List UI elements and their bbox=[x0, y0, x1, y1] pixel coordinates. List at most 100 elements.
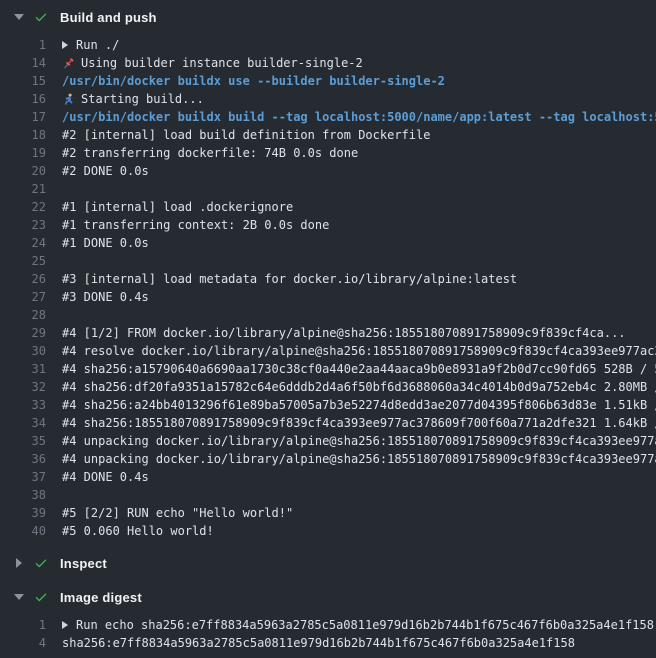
line-number[interactable]: 35 bbox=[0, 432, 46, 450]
line-text: #4 unpacking docker.io/library/alpine@sh… bbox=[62, 432, 656, 450]
line-number[interactable]: 19 bbox=[0, 144, 46, 162]
section-header-image-digest[interactable]: Image digest bbox=[0, 580, 656, 614]
line-text: #3 DONE 0.4s bbox=[62, 288, 149, 306]
line-number[interactable]: 37 bbox=[0, 468, 46, 486]
log-line: 20 #2 DONE 0.0s bbox=[0, 162, 656, 180]
line-body: /usr/bin/docker buildx use --builder bui… bbox=[62, 72, 656, 90]
line-number[interactable]: 26 bbox=[0, 270, 46, 288]
line-text: #4 sha256:df20fa9351a15782c64e6dddb2d4a6… bbox=[62, 378, 656, 396]
log-line: 26 #3 [internal] load metadata for docker… bbox=[0, 270, 656, 288]
line-text: Run echo sha256:e7ff8834a5963a2785c5a081… bbox=[76, 616, 654, 634]
line-number[interactable]: 20 bbox=[0, 162, 46, 180]
log-line: 28 bbox=[0, 306, 656, 324]
log-line: 4 sha256:e7ff8834a5963a2785c5a0811e979d16… bbox=[0, 634, 656, 652]
line-text: #1 DONE 0.0s bbox=[62, 234, 149, 252]
line-text: #4 unpacking docker.io/library/alpine@sh… bbox=[62, 450, 656, 468]
line-body bbox=[62, 306, 656, 324]
line-text: /usr/bin/docker buildx build --tag local… bbox=[62, 108, 656, 126]
log-line: 34#4 sha256:185518070891758909c9f839cf4c… bbox=[0, 414, 656, 432]
line-body: Run echo sha256:e7ff8834a5963a2785c5a081… bbox=[62, 616, 656, 634]
line-body: sha256:e7ff8834a5963a2785c5a0811e979d16b… bbox=[62, 634, 656, 652]
line-number[interactable]: 33 bbox=[0, 396, 46, 414]
section-content-image-digest: 1 Run echo sha256:e7ff8834a5963a2785c5a08… bbox=[0, 614, 656, 658]
log-line: 23 #1 transferring context: 2B 0.0s done bbox=[0, 216, 656, 234]
section-header-inspect[interactable]: Inspect bbox=[0, 546, 656, 580]
line-number[interactable]: 18 bbox=[0, 126, 46, 144]
check-icon bbox=[34, 590, 48, 604]
line-body: #4 unpacking docker.io/library/alpine@sh… bbox=[62, 432, 656, 450]
line-number[interactable]: 25 bbox=[0, 252, 46, 270]
line-text: #5 0.060 Hello world! bbox=[62, 522, 214, 540]
line-text: #2 [internal] load build definition from… bbox=[62, 126, 430, 144]
line-number[interactable]: 16 bbox=[0, 90, 46, 108]
line-body: #3 [internal] load metadata for docker.i… bbox=[62, 270, 656, 288]
line-body: #4 DONE 0.4s bbox=[62, 468, 656, 486]
line-body: #1 transferring context: 2B 0.0s done bbox=[62, 216, 656, 234]
log-section-image-digest: Image digest 1 Run echo sha256:e7ff8834a59… bbox=[0, 580, 656, 658]
line-number[interactable]: 4 bbox=[0, 634, 46, 652]
workflow-log-viewer: Build and push 1 Run ./14Using builder ins… bbox=[0, 0, 656, 658]
line-number[interactable]: 38 bbox=[0, 486, 46, 504]
line-body: #4 sha256:a24bb4013296f61e89ba57005a7b3e… bbox=[62, 396, 656, 414]
line-number[interactable]: 39 bbox=[0, 504, 46, 522]
expand-group-icon[interactable] bbox=[62, 41, 68, 49]
line-number[interactable]: 28 bbox=[0, 306, 46, 324]
line-body: #2 transferring dockerfile: 74B 0.0s don… bbox=[62, 144, 656, 162]
line-text: Starting build... bbox=[81, 90, 204, 108]
pushpin-icon bbox=[62, 57, 75, 70]
log-line: 15/usr/bin/docker buildx use --builder b… bbox=[0, 72, 656, 90]
line-body bbox=[62, 252, 656, 270]
log-section-build-and-push: Build and push 1 Run ./14Using builder ins… bbox=[0, 0, 656, 546]
line-number[interactable]: 24 bbox=[0, 234, 46, 252]
chevron-down-icon[interactable] bbox=[14, 14, 24, 20]
line-number[interactable]: 1 bbox=[0, 616, 46, 634]
line-number[interactable]: 36 bbox=[0, 450, 46, 468]
chevron-down-icon[interactable] bbox=[14, 594, 24, 600]
line-text: #4 sha256:a15790640a6690aa1730c38cf0a440… bbox=[62, 360, 656, 378]
line-text: #4 DONE 0.4s bbox=[62, 468, 149, 486]
log-line: 37 #4 DONE 0.4s bbox=[0, 468, 656, 486]
line-number[interactable]: 17 bbox=[0, 108, 46, 126]
line-body: #4 sha256:a15790640a6690aa1730c38cf0a440… bbox=[62, 360, 656, 378]
expand-group-icon[interactable] bbox=[62, 621, 68, 629]
line-text: sha256:e7ff8834a5963a2785c5a0811e979d16b… bbox=[62, 634, 575, 652]
line-number[interactable]: 31 bbox=[0, 360, 46, 378]
line-number[interactable]: 27 bbox=[0, 288, 46, 306]
line-body: Run ./ bbox=[62, 36, 656, 54]
log-line: 35 #4 unpacking docker.io/library/alpine@… bbox=[0, 432, 656, 450]
log-line: 14Using builder instance builder-single-… bbox=[0, 54, 656, 72]
line-text: #1 transferring context: 2B 0.0s done bbox=[62, 216, 329, 234]
line-number[interactable]: 34 bbox=[0, 414, 46, 432]
line-body: /usr/bin/docker buildx build --tag local… bbox=[62, 108, 656, 126]
line-body: #4 resolve docker.io/library/alpine@sha2… bbox=[62, 342, 656, 360]
log-line: 24 #1 DONE 0.0s bbox=[0, 234, 656, 252]
line-number[interactable]: 21 bbox=[0, 180, 46, 198]
line-text: #5 [2/2] RUN echo "Hello world!" bbox=[62, 504, 293, 522]
line-number[interactable]: 32 bbox=[0, 378, 46, 396]
log-line: 22#1 [internal] load .dockerignore bbox=[0, 198, 656, 216]
log-line: 30 #4 resolve docker.io/library/alpine@sh… bbox=[0, 342, 656, 360]
line-body: Starting build... bbox=[62, 90, 656, 108]
chevron-right-icon[interactable] bbox=[16, 558, 22, 568]
line-text: #3 [internal] load metadata for docker.i… bbox=[62, 270, 517, 288]
line-number[interactable]: 23 bbox=[0, 216, 46, 234]
line-text: #2 DONE 0.0s bbox=[62, 162, 149, 180]
log-line: 29 #4 [1/2] FROM docker.io/library/alpine… bbox=[0, 324, 656, 342]
line-body: #2 [internal] load build definition from… bbox=[62, 126, 656, 144]
section-title: Image digest bbox=[60, 590, 142, 605]
line-number[interactable]: 15 bbox=[0, 72, 46, 90]
log-line: 32 #4 sha256:df20fa9351a15782c64e6dddb2d4… bbox=[0, 378, 656, 396]
log-line: 27 #3 DONE 0.4s bbox=[0, 288, 656, 306]
line-number[interactable]: 1 bbox=[0, 36, 46, 54]
line-number[interactable]: 22 bbox=[0, 198, 46, 216]
line-number[interactable]: 30 bbox=[0, 342, 46, 360]
line-text: #2 transferring dockerfile: 74B 0.0s don… bbox=[62, 144, 358, 162]
section-header-build-and-push[interactable]: Build and push bbox=[0, 0, 656, 34]
section-content-build-and-push: 1 Run ./14Using builder instance builder-… bbox=[0, 34, 656, 546]
line-text: #4 [1/2] FROM docker.io/library/alpine@s… bbox=[62, 324, 626, 342]
line-number[interactable]: 29 bbox=[0, 324, 46, 342]
line-number[interactable]: 14 bbox=[0, 54, 46, 72]
line-number[interactable]: 40 bbox=[0, 522, 46, 540]
log-line: 40 #5 0.060 Hello world! bbox=[0, 522, 656, 540]
check-icon bbox=[34, 10, 48, 24]
